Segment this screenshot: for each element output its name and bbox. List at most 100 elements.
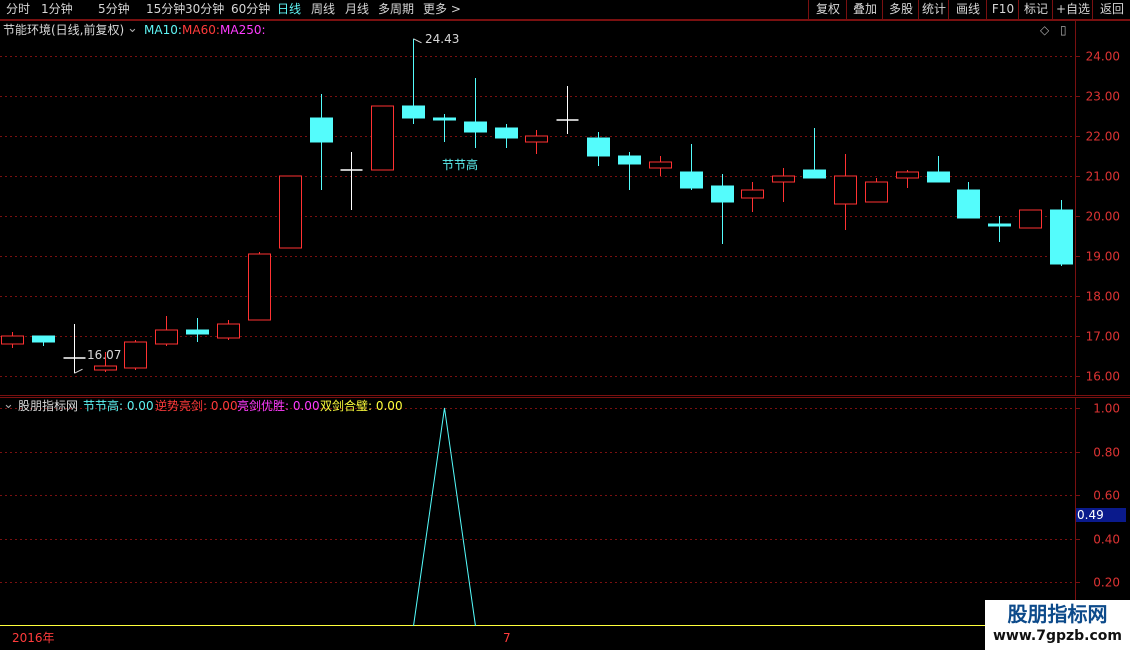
value-tick-label: 0.80 — [1093, 446, 1120, 460]
tab-60min[interactable]: 60分钟 — [231, 1, 270, 18]
chevron-right-icon: > — [447, 2, 461, 16]
stock-title: 节能环境(日线,前复权) — [3, 23, 125, 37]
tab-15min[interactable]: 15分钟 — [146, 1, 185, 18]
ma10-label: MA10: — [144, 23, 182, 37]
indicator-item-liangjian: 亮剑优胜: 0.00 — [237, 399, 320, 413]
mark-button[interactable]: 标记 — [1018, 0, 1053, 19]
candle-body — [310, 117, 333, 143]
multi-stock-button[interactable]: 多股 — [882, 0, 919, 19]
candle-body — [834, 175, 857, 205]
price-tick-label: 23.00 — [1086, 90, 1120, 104]
tab-intraday[interactable]: 分时 — [6, 1, 30, 18]
candle-body — [495, 127, 518, 139]
candle — [495, 124, 518, 148]
chevron-down-icon[interactable]: ⌄ — [127, 22, 138, 36]
candle-body — [124, 341, 147, 369]
candlestick-chart: 16.00 17.00 18.00 19.00 20.00 21.00 22.00 23.00… — [0, 20, 1130, 396]
indicator-item-shuangjian: 双剑合璧: 0.00 — [320, 399, 403, 413]
add-favorite-button[interactable]: +自选 — [1052, 0, 1093, 19]
candle — [32, 335, 55, 346]
candle-body — [957, 189, 980, 219]
tab-more-label: 更多 — [423, 2, 448, 16]
candle — [464, 78, 487, 148]
indicator-line-segment — [444, 407, 476, 627]
candle-body — [988, 223, 1011, 227]
candle-body — [803, 169, 826, 179]
low-price-label: 16.07 — [87, 348, 122, 362]
low-marker — [74, 368, 83, 374]
indicator-item-jiejiegao: 节节高: 0.00 — [83, 399, 154, 413]
candle — [248, 252, 271, 321]
candle — [680, 144, 703, 190]
candle — [1019, 209, 1042, 229]
candle — [525, 130, 548, 154]
candle — [186, 318, 209, 342]
back-button[interactable]: 返回 — [1092, 0, 1130, 19]
f10-button[interactable]: F10 — [986, 0, 1019, 19]
price-tick-label: 21.00 — [1086, 170, 1120, 184]
year-label: 2016年 — [12, 631, 55, 645]
candle — [957, 182, 980, 219]
tab-more[interactable]: 更多 > — [423, 1, 461, 18]
candlestick-panel: 16.00 17.00 18.00 19.00 20.00 21.00 22.00 23.00… — [0, 20, 1130, 396]
value-tick-label: 1.00 — [1093, 402, 1120, 416]
candle-body — [371, 105, 394, 171]
tab-multi-period[interactable]: 多周期 — [378, 1, 414, 18]
candle-body — [1, 335, 24, 345]
price-tick-label: 19.00 — [1086, 250, 1120, 264]
indicator-panel: 0.20 0.40 0.60 0.80 1.00 ⌄ 股朋指标网 节节高: 0.00 逆… — [0, 397, 1130, 630]
candle — [741, 182, 764, 212]
tab-daily[interactable]: 日线 — [277, 1, 301, 18]
current-value-badge: 0.49 — [1076, 508, 1126, 522]
chevron-down-icon[interactable]: ⌄ — [3, 398, 14, 412]
candle-body — [32, 335, 55, 343]
indicator-chart: 0.20 0.40 0.60 0.80 1.00 — [0, 397, 1130, 630]
period-toolbar: 分时 1分钟 5分钟 15分钟 30分钟 60分钟 日线 周线 月线 多周期 更… — [0, 0, 1130, 20]
high-marker — [413, 38, 422, 44]
candle-body — [433, 117, 456, 121]
candle-body — [741, 189, 764, 199]
candle — [834, 154, 857, 230]
ma60-label: MA60: — [182, 23, 220, 37]
tab-1min[interactable]: 1分钟 — [41, 1, 73, 18]
diamond-icon[interactable]: ◇ — [1040, 23, 1049, 37]
candle — [711, 174, 734, 244]
price-tick-label: 18.00 — [1086, 290, 1120, 304]
candle-body — [772, 175, 795, 183]
candle — [217, 320, 240, 340]
value-tick-label: 0.40 — [1093, 533, 1120, 547]
candle — [865, 178, 888, 203]
statistics-button[interactable]: 统计 — [918, 0, 949, 19]
restore-rights-button[interactable]: 复权 — [808, 0, 847, 19]
draw-line-button[interactable]: 画线 — [948, 0, 987, 19]
tab-weekly[interactable]: 周线 — [311, 1, 335, 18]
candle-body — [525, 135, 548, 143]
month-label: 7 — [503, 631, 511, 645]
candle-body — [217, 323, 240, 339]
ma250-label: MA250: — [220, 23, 266, 37]
candle — [155, 316, 178, 346]
overlay-button[interactable]: 叠加 — [846, 0, 883, 19]
tab-30min[interactable]: 30分钟 — [185, 1, 224, 18]
candle-body — [402, 105, 425, 119]
candle — [371, 105, 394, 171]
price-tick-label: 17.00 — [1086, 330, 1120, 344]
tab-5min[interactable]: 5分钟 — [98, 1, 130, 18]
candle-body — [279, 175, 302, 249]
tab-monthly[interactable]: 月线 — [345, 1, 369, 18]
watermark-url: www.7gpzb.com — [992, 628, 1122, 644]
watermark-logo: 股朋指标网 www.7gpzb.com — [985, 600, 1130, 650]
candle — [63, 324, 86, 374]
price-tick-label: 16.00 — [1086, 370, 1120, 384]
candle-body — [927, 171, 950, 183]
candle-body — [186, 329, 209, 335]
candle — [618, 152, 641, 190]
watermark-title: 股朋指标网 — [1007, 602, 1108, 626]
candle — [988, 216, 1011, 242]
candle-body — [711, 185, 734, 203]
value-tick-label: 0.20 — [1093, 576, 1120, 590]
candle-body — [464, 121, 487, 133]
candle-body — [1050, 209, 1073, 265]
panel-layout-icon[interactable]: ▯ — [1060, 23, 1067, 37]
candle — [1, 332, 24, 348]
